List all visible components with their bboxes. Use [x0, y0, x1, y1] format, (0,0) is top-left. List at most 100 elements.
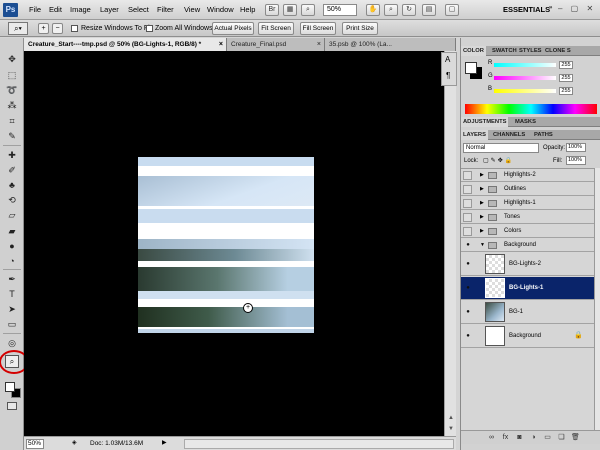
eye-icon[interactable]: ● [464, 285, 472, 291]
lock-options-icon[interactable]: ▢✎✥🔒 [483, 157, 514, 164]
blue-slider[interactable] [494, 89, 556, 93]
blend-mode-select[interactable]: Normal [463, 143, 539, 153]
adjustment-layer-icon[interactable]: ◑ [529, 434, 538, 442]
tab-35-psb[interactable]: 35.psb @ 100% (La... [325, 38, 456, 51]
tab-swatches[interactable]: SWATCH [490, 46, 519, 56]
fill-screen-button[interactable]: Fill Screen [300, 22, 336, 35]
fit-screen-button[interactable]: Fit Screen [258, 22, 294, 35]
foreground-color-swatch[interactable] [5, 382, 15, 392]
healing-brush-tool-icon[interactable]: ✚ [4, 148, 20, 162]
menu-image[interactable]: Image [70, 0, 91, 20]
green-slider[interactable] [494, 76, 556, 80]
3d-rotate-tool-icon[interactable]: ◎ [4, 336, 20, 350]
zoom-in-icon[interactable]: + [38, 23, 49, 34]
blue-value[interactable]: 255 [559, 87, 573, 95]
background-layer-row[interactable]: ● Background 🔒 [461, 325, 594, 348]
eyedropper-tool-icon[interactable]: ✎ [4, 129, 20, 143]
tab-channels[interactable]: CHANNELS [491, 130, 527, 140]
eye-icon[interactable]: ● [464, 309, 472, 315]
eye-icon[interactable]: ● [464, 333, 472, 339]
visibility-toggle[interactable] [463, 199, 472, 208]
expand-triangle-icon[interactable]: ▶ [480, 172, 484, 178]
eraser-tool-icon[interactable]: ▱ [4, 208, 20, 222]
close-icon[interactable]: × [317, 38, 321, 51]
expand-triangle-icon[interactable]: ▶ [480, 228, 484, 234]
tool-preset-picker[interactable]: ⌕▾ [8, 22, 28, 35]
fill-field[interactable]: 100% [566, 156, 586, 165]
blur-tool-icon[interactable]: ● [4, 239, 20, 253]
dodge-tool-icon[interactable]: ◔ [4, 254, 20, 268]
layer-group-row[interactable]: ▶ Tones [461, 211, 594, 224]
quick-mask-icon[interactable] [7, 402, 17, 410]
workspace-switcher[interactable]: ESSENTIALS [503, 4, 550, 16]
layer-group-row[interactable]: ▶ Highlights-2 [461, 169, 594, 182]
screen-mode-icon[interactable]: ▢ [445, 4, 459, 16]
document-canvas[interactable] [138, 157, 314, 333]
scroll-up-icon[interactable]: ▲ [446, 413, 456, 423]
menu-view[interactable]: View [184, 0, 200, 20]
hand-icon[interactable]: ✋ [366, 4, 380, 16]
add-mask-icon[interactable]: ◙ [515, 434, 524, 442]
menu-file[interactable]: File [29, 0, 41, 20]
link-layers-icon[interactable]: ∞ [487, 434, 496, 442]
red-slider[interactable] [494, 63, 556, 67]
workspace-more-icon[interactable]: » [549, 5, 552, 11]
close-icon[interactable]: × [219, 38, 223, 51]
zoom-out-icon[interactable]: − [52, 23, 63, 34]
status-gear-icon[interactable]: ◈ [72, 439, 77, 446]
clone-stamp-tool-icon[interactable]: ♣ [4, 178, 20, 192]
quick-selection-tool-icon[interactable]: ⁂ [4, 98, 20, 112]
eye-icon[interactable]: ● [464, 242, 472, 248]
rotate-view-icon[interactable]: ↻ [402, 4, 416, 16]
visibility-toggle[interactable] [463, 171, 472, 180]
menu-layer[interactable]: Layer [100, 0, 119, 20]
marquee-tool-icon[interactable]: ⬚ [4, 68, 20, 82]
tab-color[interactable]: COLOR [461, 46, 486, 56]
document-info[interactable]: Doc: 1.03M/13.6M [90, 439, 143, 449]
expand-triangle-icon[interactable]: ▶ [480, 200, 484, 206]
layer-row[interactable]: ● BG-1 [461, 301, 594, 324]
history-brush-tool-icon[interactable]: ⟲ [4, 193, 20, 207]
zoom-field[interactable]: 50% [26, 439, 44, 449]
tab-clone-source[interactable]: CLONE S [543, 46, 573, 56]
pen-tool-icon[interactable]: ✒ [4, 272, 20, 286]
red-value[interactable]: 255 [559, 61, 573, 69]
zoom-level-icon[interactable]: ⌕ [301, 4, 315, 16]
arrange-documents-icon[interactable]: ▤ [422, 4, 436, 16]
crop-tool-icon[interactable]: ⌗ [4, 114, 20, 128]
type-tool-icon[interactable]: T [4, 287, 20, 301]
layer-group-row[interactable]: ▶ Highlights-1 [461, 197, 594, 210]
tab-styles[interactable]: STYLES [517, 46, 544, 56]
window-controls[interactable]: – ▢ ✕ [558, 4, 596, 13]
print-size-button[interactable]: Print Size [342, 22, 378, 35]
color-spectrum-bar[interactable] [465, 104, 597, 114]
layer-style-icon[interactable]: fx [501, 434, 510, 442]
resize-windows-checkbox[interactable] [71, 25, 78, 32]
character-panel-icon[interactable]: A [445, 55, 450, 64]
paragraph-panel-icon[interactable]: ¶ [446, 71, 450, 80]
horizontal-scrollbar[interactable] [184, 439, 454, 449]
layer-group-row[interactable]: ● ▼ Background [461, 239, 594, 252]
layers-scrollbar[interactable] [594, 168, 600, 430]
layer-row[interactable]: ● BG-Lights-2 [461, 253, 594, 276]
green-value[interactable]: 255 [559, 74, 573, 82]
new-group-icon[interactable]: ▭ [543, 434, 552, 442]
zoom-level-select[interactable]: 50% [323, 4, 357, 16]
panel-foreground-swatch[interactable] [465, 62, 477, 74]
lasso-tool-icon[interactable]: ➰ [4, 83, 20, 97]
new-layer-icon[interactable]: ❏ [557, 434, 566, 442]
menu-filter[interactable]: Filter [157, 0, 174, 20]
status-menu-arrow-icon[interactable]: ▶ [162, 439, 167, 446]
tab-adjustments[interactable]: ADJUSTMENTS [461, 117, 509, 127]
layer-group-row[interactable]: ▶ Outlines [461, 183, 594, 196]
launch-bridge-icon[interactable]: Br [265, 4, 279, 16]
tab-creature-start[interactable]: Creature_Start----tmp.psd @ 50% (BG-Ligh… [24, 38, 227, 51]
move-tool-icon[interactable]: ✥ [4, 52, 20, 66]
visibility-toggle[interactable] [463, 213, 472, 222]
eye-icon[interactable]: ● [464, 261, 472, 267]
path-selection-tool-icon[interactable]: ➤ [4, 302, 20, 316]
actual-pixels-button[interactable]: Actual Pixels [212, 22, 254, 35]
collapse-triangle-icon[interactable]: ▼ [480, 242, 485, 248]
tab-layers[interactable]: LAYERS [461, 130, 488, 140]
menu-select[interactable]: Select [128, 0, 149, 20]
